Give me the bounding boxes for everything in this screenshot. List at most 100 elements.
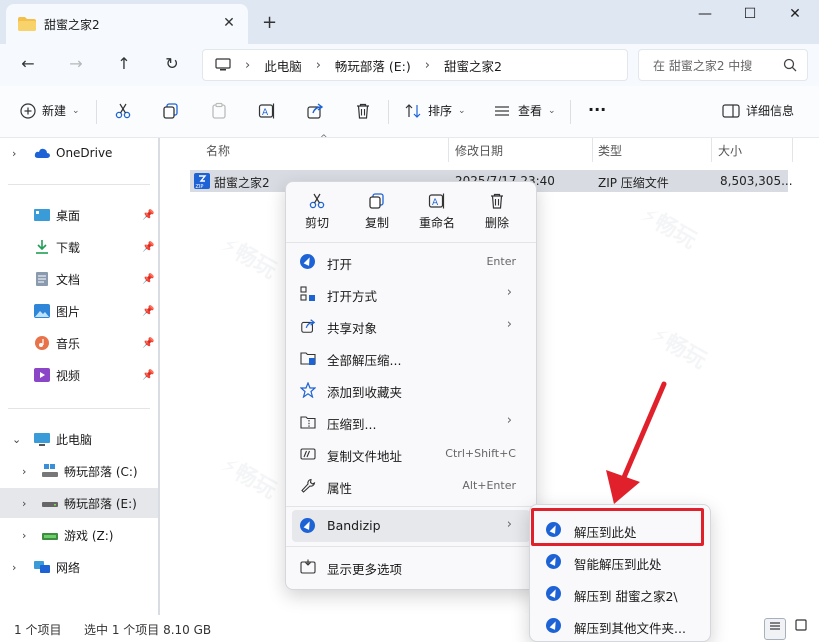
divider — [8, 408, 150, 409]
title-bar: 甜蜜之家2 ✕ + — ☐ ✕ — [0, 0, 819, 44]
column-header-name[interactable]: 名称 — [206, 142, 230, 159]
sidebar-item-music[interactable]: 音乐 📌 — [0, 328, 158, 358]
menu-item-show-more[interactable]: 显示更多选项 — [292, 551, 530, 583]
sidebar-item-onedrive[interactable]: › OneDrive — [0, 138, 158, 168]
menu-item-copy-path[interactable]: 复制文件地址 Ctrl+Shift+C — [292, 438, 530, 470]
breadcrumb-this-pc[interactable]: 此电脑 — [264, 56, 302, 75]
annotation-arrow — [606, 381, 667, 504]
item-count: 1 个项目 — [14, 623, 62, 637]
breadcrumb-folder[interactable]: 甜蜜之家2 — [444, 56, 502, 75]
column-divider[interactable] — [711, 138, 712, 162]
new-button[interactable]: 新建 ⌄ — [20, 102, 80, 119]
sort-button[interactable]: 排序 ⌄ — [404, 102, 466, 119]
sidebar-item-drive-e[interactable]: › 畅玩部落 (E:) — [0, 488, 158, 518]
system-drive-icon — [42, 464, 58, 477]
column-divider[interactable] — [792, 138, 793, 162]
tab-current[interactable]: 甜蜜之家2 ✕ — [6, 4, 248, 44]
copy-button[interactable] — [162, 102, 180, 120]
pin-icon: 📌 — [142, 337, 155, 349]
navigation-bar: ← → ↑ ↻ › 此电脑 › 畅玩部落 (E:) › 甜蜜之家2 在 甜蜜之家… — [0, 44, 819, 86]
column-header-size[interactable]: 大小 — [718, 142, 742, 159]
sidebar-item-downloads[interactable]: 下载 📌 — [0, 232, 158, 262]
menu-item-label: 添加到收藏夹 — [327, 385, 403, 400]
sidebar-item-videos[interactable]: 视频 📌 — [0, 360, 158, 390]
back-button[interactable]: ← — [16, 54, 40, 73]
document-icon — [36, 272, 48, 286]
column-divider[interactable] — [448, 138, 449, 162]
copy-icon — [163, 103, 178, 119]
new-tab-button[interactable]: + — [262, 12, 277, 33]
pin-icon: 📌 — [142, 209, 155, 221]
sidebar-item-desktop[interactable]: 桌面 📌 — [0, 200, 158, 230]
sidebar-item-documents[interactable]: 文档 📌 — [0, 264, 158, 294]
sidebar-label: 畅玩部落 (E:) — [64, 496, 137, 511]
context-tool-label: 复制 — [364, 216, 389, 230]
tiles-view-button[interactable] — [790, 618, 812, 640]
menu-item-open-with[interactable]: 打开方式 › — [292, 278, 530, 310]
menu-item-add-favorites[interactable]: 添加到收藏夹 — [292, 374, 530, 406]
column-header-type[interactable]: 类型 — [598, 142, 622, 159]
column-divider[interactable] — [592, 138, 593, 162]
search-input[interactable]: 在 甜蜜之家2 中搜 — [638, 49, 808, 81]
command-bar: 新建 ⌄ A 排序 ⌄ 查看 ⌄ ··· 详细信息 — [0, 86, 819, 138]
sidebar-label: 桌面 — [56, 208, 81, 223]
menu-item-compress-to[interactable]: 压缩到... › — [292, 406, 530, 438]
context-cut-button[interactable]: 剪切 — [288, 192, 346, 231]
close-tab-icon[interactable]: ✕ — [220, 15, 238, 31]
delete-button[interactable] — [354, 102, 372, 120]
sidebar-item-drive-z[interactable]: › 游戏 (Z:) — [0, 520, 158, 550]
menu-item-properties[interactable]: 属性 Alt+Enter — [292, 470, 530, 502]
view-button[interactable]: 查看 ⌄ — [494, 102, 556, 119]
context-rename-button[interactable]: A 重命名 — [408, 192, 466, 231]
refresh-button[interactable]: ↻ — [160, 54, 184, 73]
sort-ascending-icon: ^ — [320, 134, 328, 144]
forward-button[interactable]: → — [64, 54, 88, 73]
menu-item-extract-all[interactable]: 全部解压缩... — [292, 342, 530, 374]
rename-icon: A — [428, 193, 445, 209]
submenu-extract-to-folder[interactable]: 解压到 甜蜜之家2\ — [534, 578, 708, 608]
cloud-icon — [34, 148, 50, 158]
column-header-date[interactable]: 修改日期 — [455, 142, 503, 159]
sidebar-scrollbar[interactable] — [158, 138, 160, 615]
cut-button[interactable] — [114, 102, 132, 120]
context-copy-button[interactable]: 复制 — [348, 192, 406, 231]
sidebar-item-this-pc[interactable]: ⌄ 此电脑 — [0, 424, 158, 454]
breadcrumb-drive-e[interactable]: 畅玩部落 (E:) — [335, 56, 411, 75]
search-icon — [783, 58, 797, 72]
scissors-icon — [115, 103, 131, 119]
sidebar-label: 游戏 (Z:) — [64, 528, 114, 543]
rename-button[interactable]: A — [258, 102, 276, 120]
address-bar[interactable]: › 此电脑 › 畅玩部落 (E:) › 甜蜜之家2 — [202, 49, 628, 81]
highlight-box — [531, 508, 704, 546]
context-delete-button[interactable]: 删除 — [468, 192, 526, 231]
up-button[interactable]: ↑ — [112, 54, 136, 73]
details-pane-button[interactable]: 详细信息 — [722, 102, 794, 119]
bandizip-icon — [300, 254, 316, 270]
computer-icon — [215, 58, 231, 71]
details-view-button[interactable] — [764, 618, 786, 640]
menu-item-label: 属性 — [327, 481, 353, 496]
svg-text:ZIP: ZIP — [196, 184, 204, 189]
paste-button[interactable] — [210, 102, 228, 120]
context-menu: 剪切 复制 A 重命名 删除 打开 Enter 打开方式 › 共享对象 › 全部… — [285, 181, 537, 590]
divider — [96, 100, 97, 124]
maximize-button[interactable]: ☐ — [735, 6, 765, 26]
sidebar-item-network[interactable]: › 网络 — [0, 552, 158, 582]
sidebar-label: 网络 — [56, 560, 81, 575]
menu-item-open[interactable]: 打开 Enter — [292, 246, 530, 278]
menu-item-share[interactable]: 共享对象 › — [292, 310, 530, 342]
minimize-button[interactable]: — — [690, 6, 720, 26]
menu-item-bandizip[interactable]: Bandizip › — [292, 510, 530, 542]
menu-shortcut: Ctrl+Shift+C — [445, 447, 516, 460]
share-button[interactable] — [306, 102, 324, 120]
pin-icon: 📌 — [142, 305, 155, 317]
bandizip-icon — [546, 554, 561, 572]
more-options-button[interactable]: ··· — [588, 100, 606, 119]
menu-item-label: 压缩到... — [327, 417, 377, 432]
submenu-extract-other[interactable]: 解压到其他文件夹... — [534, 610, 708, 640]
close-window-button[interactable]: ✕ — [780, 6, 810, 26]
sidebar-item-pictures[interactable]: 图片 📌 — [0, 296, 158, 326]
submenu-smart-extract[interactable]: 智能解压到此处 — [534, 546, 708, 576]
sidebar-item-drive-c[interactable]: › 畅玩部落 (C:) — [0, 456, 158, 486]
svg-text:A: A — [432, 198, 439, 208]
